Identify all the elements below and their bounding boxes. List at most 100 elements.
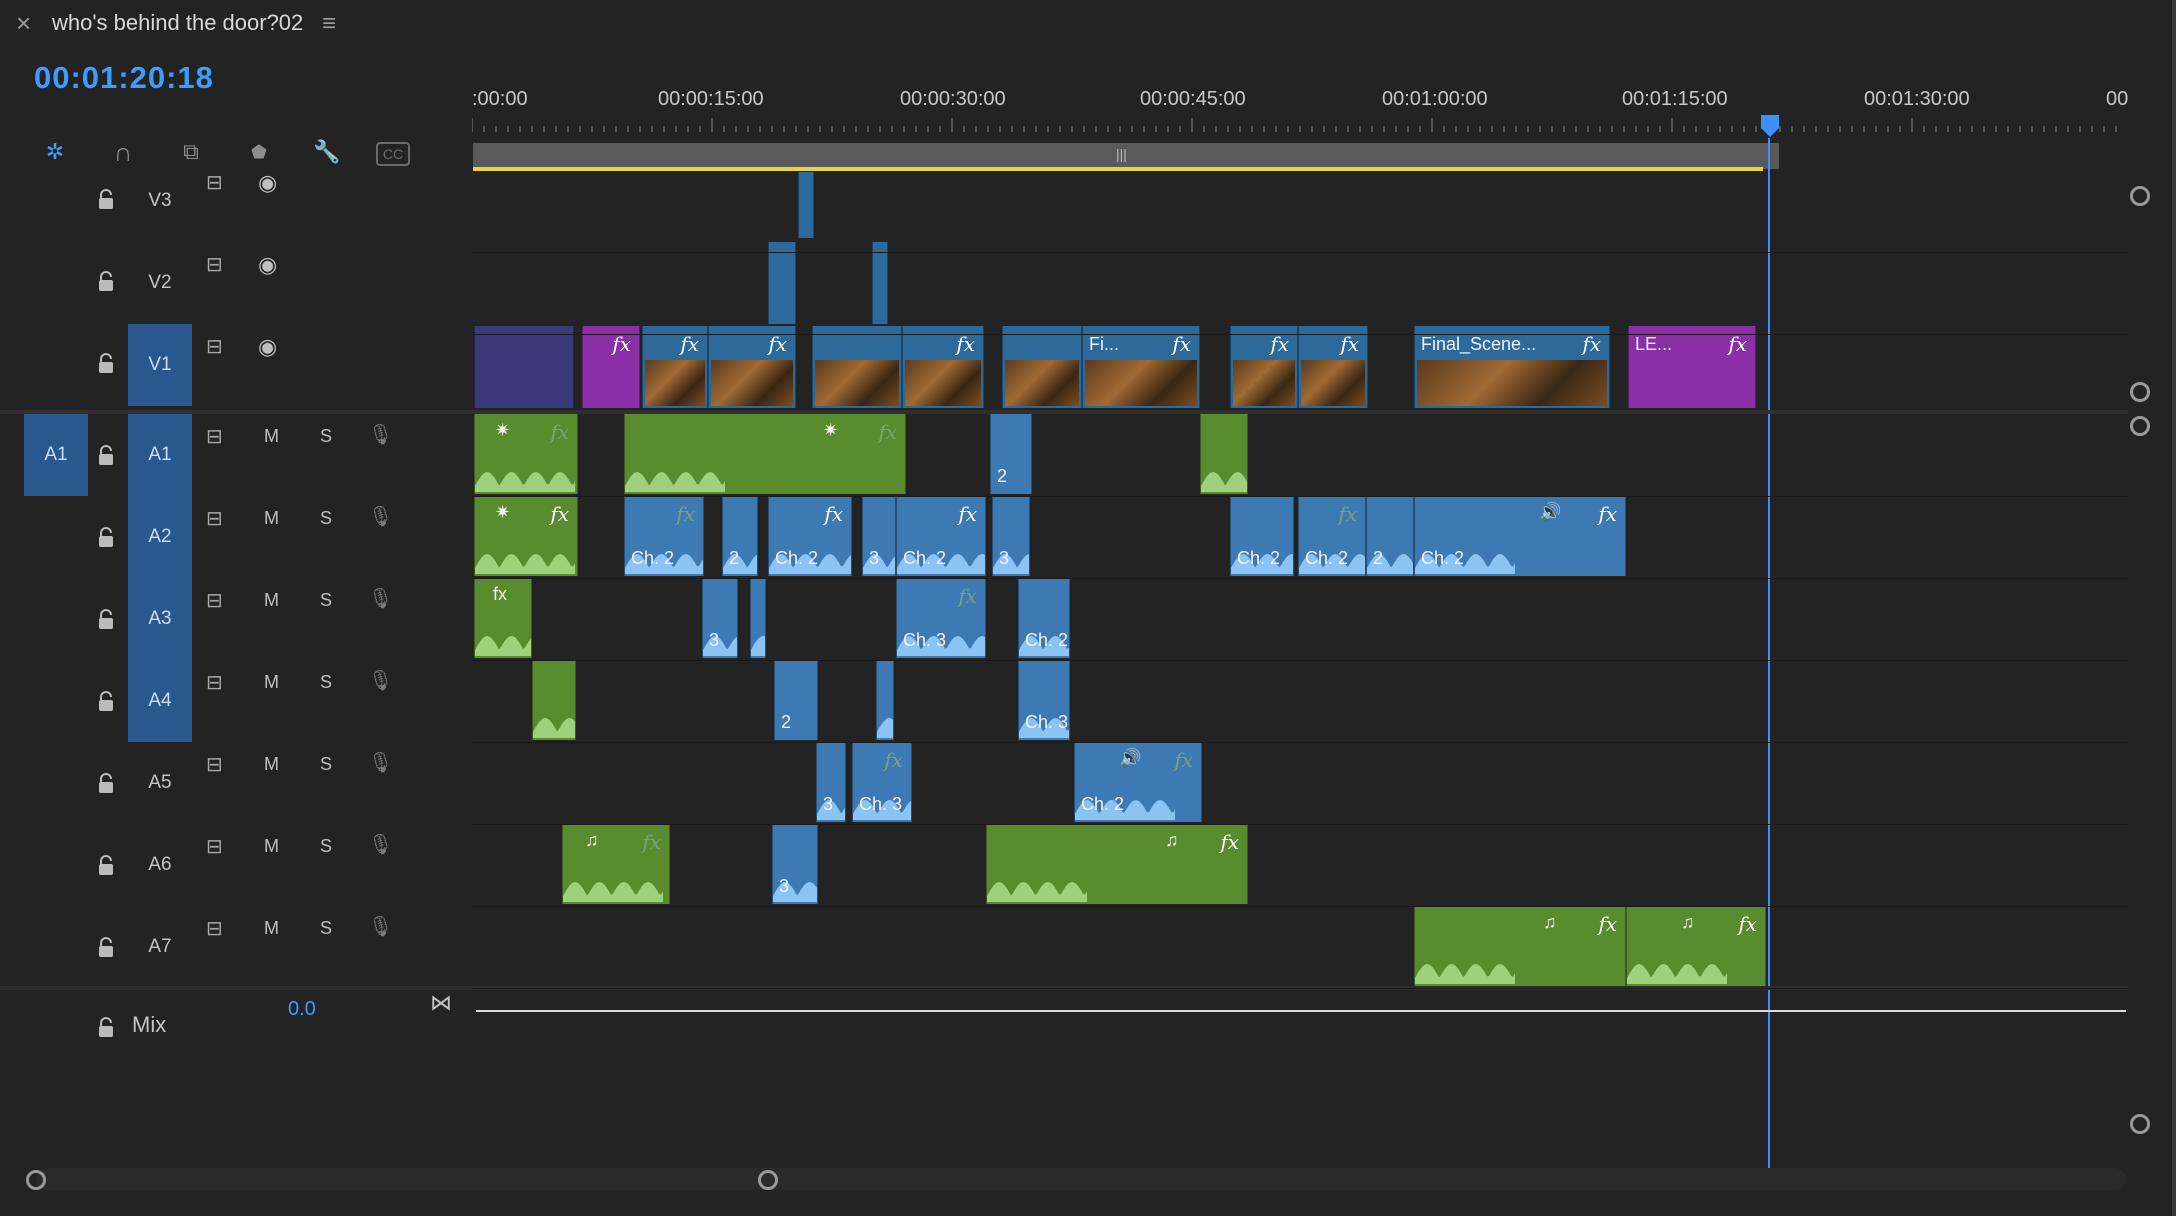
a2-clip[interactable]: fx Ch. 2 [624, 496, 704, 576]
panel-menu-icon[interactable]: ≡ [322, 10, 336, 38]
lock-icon[interactable] [96, 444, 116, 466]
a6-clip[interactable]: fx ♫ [986, 824, 1248, 904]
track-name-a5[interactable]: A5 [128, 742, 192, 824]
captions-icon[interactable]: CC [376, 142, 410, 166]
lock-icon[interactable] [96, 1016, 116, 1038]
mute-button[interactable]: M [264, 754, 279, 775]
track-name-a7[interactable]: A7 [128, 906, 192, 988]
mute-button[interactable]: M [264, 918, 279, 939]
voiceover-record-icon[interactable]: 🎙 [368, 586, 393, 611]
lock-icon[interactable] [96, 690, 116, 712]
voiceover-record-icon[interactable]: 🎙 [368, 832, 393, 857]
solo-button[interactable]: S [320, 918, 332, 939]
track-name-v3[interactable]: V3 [128, 160, 192, 242]
snap-icon[interactable]: ✲ [36, 138, 74, 166]
a5-clip[interactable]: 3 [816, 742, 846, 822]
v1-clip[interactable] [1002, 326, 1082, 408]
sync-lock-icon[interactable]: ⊟ [206, 424, 223, 449]
a7-clip[interactable]: fx ♫ [1414, 906, 1626, 986]
sync-lock-icon[interactable]: ⊟ [206, 670, 223, 695]
voiceover-record-icon[interactable]: 🎙 [368, 914, 393, 939]
a3-clip[interactable] [750, 578, 766, 658]
track-name-v2[interactable]: V2 [128, 242, 192, 324]
mix-bowtie-icon[interactable]: ⋈ [430, 990, 452, 1016]
v3-clip[interactable] [798, 172, 814, 238]
eye-icon[interactable]: ◉ [258, 170, 277, 196]
close-panel-button[interactable]: × [16, 8, 31, 39]
hscroll-right-handle[interactable] [758, 1170, 778, 1190]
a2-clip[interactable]: 3 [992, 496, 1030, 576]
voiceover-record-icon[interactable]: 🎙 [368, 750, 393, 775]
a3-clip[interactable]: fx Ch. 3 [896, 578, 986, 658]
horizontal-scrollbar[interactable] [36, 1168, 2126, 1190]
a2-clip[interactable]: fx ✷ [474, 496, 578, 576]
lock-icon[interactable] [96, 854, 116, 876]
a2-clip[interactable]: 3 [862, 496, 896, 576]
playhead-timecode[interactable]: 00:01:20:18 [34, 60, 214, 96]
v1-clip[interactable]: fx [582, 326, 640, 408]
mute-button[interactable]: M [264, 426, 279, 447]
playhead-handle[interactable] [1760, 114, 1780, 138]
v2-clip[interactable] [768, 242, 796, 324]
track-name-v1[interactable]: V1 [128, 324, 192, 406]
sync-lock-icon[interactable]: ⊟ [206, 752, 223, 777]
a6-clip[interactable]: 3 [772, 824, 818, 904]
vertical-zoom-handle[interactable] [2130, 186, 2150, 206]
a1-clip[interactable] [1200, 414, 1248, 494]
a3-clip[interactable]: Ch. 2 [1018, 578, 1070, 658]
a4-clip[interactable] [532, 660, 576, 740]
v1-clip[interactable]: fx Final_Scene... [1414, 326, 1610, 408]
voiceover-record-icon[interactable]: 🎙 [368, 422, 393, 447]
a7-clip[interactable]: fx ♫ [1626, 906, 1766, 986]
v1-clip[interactable]: fx Fi... [1082, 326, 1200, 408]
a4-clip[interactable]: 2 [774, 660, 818, 740]
work-area-grip-icon[interactable]: ||| [1116, 146, 1127, 162]
track-name-a3[interactable]: A3 [128, 578, 192, 660]
vertical-zoom-handle[interactable] [2130, 382, 2150, 402]
sync-lock-icon[interactable]: ⊟ [206, 252, 223, 277]
source-patch-a1[interactable]: A1 [24, 414, 88, 496]
hscroll-left-handle[interactable] [26, 1170, 46, 1190]
lock-icon[interactable] [96, 352, 116, 374]
v1-clip[interactable] [812, 326, 902, 408]
sequence-tab-title[interactable]: who's behind the door?02 [52, 10, 303, 36]
playhead-line[interactable] [1768, 138, 1770, 1168]
eye-icon[interactable]: ◉ [258, 252, 277, 278]
v1-clip[interactable]: fx [902, 326, 984, 408]
mute-button[interactable]: M [264, 508, 279, 529]
lock-icon[interactable] [96, 270, 116, 292]
wrench-icon[interactable]: 🔧 [308, 138, 346, 166]
lock-icon[interactable] [96, 526, 116, 548]
v1-clip[interactable]: fx [642, 326, 708, 408]
a2-clip[interactable]: fx 🔊 Ch. 2 [1414, 496, 1626, 576]
sync-lock-icon[interactable]: ⊟ [206, 834, 223, 859]
track-name-a6[interactable]: A6 [128, 824, 192, 906]
a2-clip[interactable]: Ch. 2 [1230, 496, 1294, 576]
solo-button[interactable]: S [320, 426, 332, 447]
a2-clip[interactable]: 2 [722, 496, 758, 576]
voiceover-record-icon[interactable]: 🎙 [368, 668, 393, 693]
sync-lock-icon[interactable]: ⊟ [206, 170, 223, 195]
lock-icon[interactable] [96, 608, 116, 630]
voiceover-record-icon[interactable]: 🎙 [368, 504, 393, 529]
a5-clip[interactable]: fx Ch. 3 [852, 742, 912, 822]
a2-clip[interactable]: fx Ch. 2 [768, 496, 852, 576]
a3-clip[interactable]: fx [474, 578, 532, 658]
a1-clip[interactable]: fx ✷ [474, 414, 578, 494]
solo-button[interactable]: S [320, 590, 332, 611]
eye-icon[interactable]: ◉ [258, 334, 277, 360]
a4-clip[interactable] [876, 660, 894, 740]
a5-clip[interactable]: fx 🔊 Ch. 2 [1074, 742, 1202, 822]
v1-clip[interactable]: fx [708, 326, 796, 408]
vertical-zoom-handle[interactable] [2130, 1114, 2150, 1134]
track-name-a1[interactable]: A1 [128, 414, 192, 496]
mute-button[interactable]: M [264, 672, 279, 693]
solo-button[interactable]: S [320, 836, 332, 857]
solo-button[interactable]: S [320, 672, 332, 693]
mute-button[interactable]: M [264, 836, 279, 857]
a1-clip[interactable]: fx ✷ [624, 414, 906, 494]
a6-clip[interactable]: fx ♫ [562, 824, 670, 904]
sync-lock-icon[interactable]: ⊟ [206, 506, 223, 531]
v1-clip[interactable] [474, 326, 574, 408]
mute-button[interactable]: M [264, 590, 279, 611]
